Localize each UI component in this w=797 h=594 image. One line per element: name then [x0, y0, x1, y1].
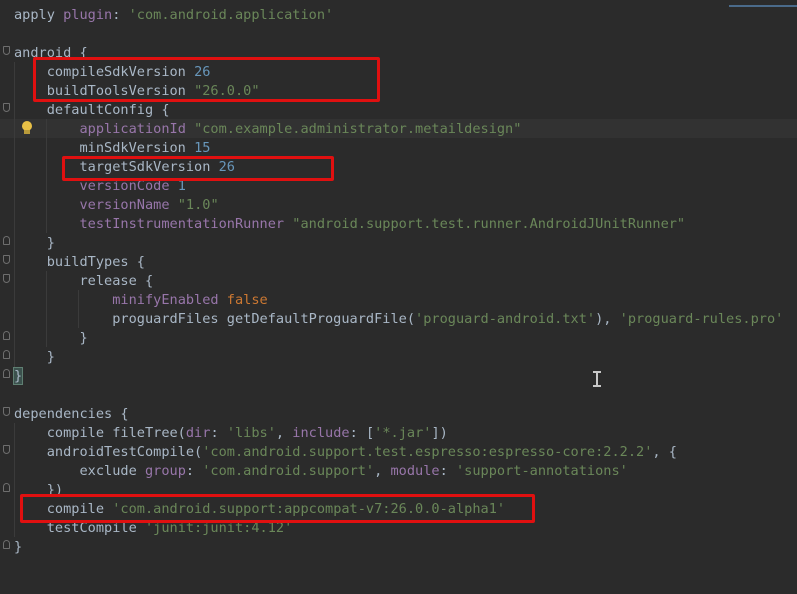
- code-token: applicationId: [79, 121, 195, 137]
- code-token: ,: [275, 425, 293, 441]
- code-token: androidTestCompile(: [14, 444, 203, 460]
- code-line[interactable]: }: [14, 538, 22, 557]
- fold-marker-icon[interactable]: [3, 331, 10, 340]
- code-line[interactable]: testInstrumentationRunner "android.suppo…: [14, 215, 685, 234]
- code-token: versionName: [79, 197, 178, 213]
- code-token: apply: [14, 7, 64, 23]
- code-line[interactable]: versionName "1.0": [14, 196, 219, 215]
- code-token: }: [12, 367, 24, 385]
- fold-marker-icon[interactable]: [3, 103, 10, 112]
- code-token: ,: [374, 463, 391, 479]
- code-token: 'com.android.support': [202, 463, 375, 479]
- code-line[interactable]: }: [12, 367, 24, 386]
- code-token: plugin: [63, 7, 113, 23]
- code-token: 15: [194, 140, 211, 156]
- code-token: ]): [431, 425, 448, 441]
- code-token: "com.example.administrator.metaildesign": [194, 121, 522, 137]
- code-token: include: [292, 425, 350, 441]
- code-token: release {: [14, 273, 154, 289]
- code-token: compile fileTree(: [14, 425, 186, 441]
- code-line[interactable]: dependencies {: [14, 405, 129, 424]
- code-token: :: [185, 463, 203, 479]
- code-token: :: [112, 7, 129, 23]
- code-token: ),: [595, 311, 620, 327]
- code-line[interactable]: minifyEnabled false: [14, 291, 268, 310]
- code-token: testInstrumentationRunner: [79, 216, 293, 232]
- fold-marker-icon[interactable]: [3, 407, 10, 416]
- text-cursor-icon: [592, 371, 602, 387]
- code-token: proguardFiles getDefaultProguardFile(: [14, 311, 416, 327]
- fold-marker-icon[interactable]: [3, 236, 10, 245]
- code-token: 'com.android.application': [128, 7, 334, 23]
- fold-marker-icon[interactable]: [3, 445, 10, 454]
- code-token: :: [439, 463, 456, 479]
- code-token: false: [226, 292, 268, 308]
- code-editor[interactable]: apply plugin: 'com.android.application' a…: [0, 0, 797, 594]
- code-line[interactable]: }: [14, 234, 55, 253]
- code-token: }: [14, 330, 88, 346]
- code-line[interactable]: }: [14, 329, 88, 348]
- code-token: 'proguard-android.txt': [415, 311, 596, 327]
- code-line[interactable]: compile fileTree(dir: 'libs', include: […: [14, 424, 448, 443]
- code-line[interactable]: }: [14, 348, 55, 367]
- code-token: '*.jar': [374, 425, 432, 441]
- fold-marker-icon[interactable]: [3, 350, 10, 359]
- fold-marker-icon[interactable]: [3, 369, 10, 378]
- code-token: minSdkVersion: [14, 140, 195, 156]
- fold-marker-icon[interactable]: [3, 540, 10, 549]
- code-token: buildTypes {: [14, 254, 145, 270]
- code-token: exclude: [14, 463, 145, 479]
- fold-marker-icon[interactable]: [3, 46, 10, 55]
- code-token: }: [14, 539, 23, 555]
- code-line[interactable]: exclude group: 'com.android.support', mo…: [14, 462, 628, 481]
- code-token: , {: [652, 444, 677, 460]
- highlight-box-sdk-build-tools: [33, 57, 380, 102]
- code-token: 'proguard-rules.pro': [619, 311, 784, 327]
- code-token: "android.support.test.runner.AndroidJUni…: [292, 216, 686, 232]
- code-line[interactable]: androidTestCompile('com.android.support.…: [14, 443, 677, 462]
- code-line[interactable]: release {: [14, 272, 153, 291]
- code-token: minifyEnabled: [112, 292, 227, 308]
- code-token: : [: [349, 425, 375, 441]
- code-line[interactable]: proguardFiles getDefaultProguardFile('pr…: [14, 310, 783, 329]
- code-token: }: [14, 349, 55, 365]
- code-token: group: [144, 463, 186, 479]
- code-line[interactable]: buildTypes {: [14, 253, 145, 272]
- code-line[interactable]: apply plugin: 'com.android.application': [14, 6, 333, 25]
- code-token: 'libs': [226, 425, 276, 441]
- code-token: 'com.android.support.test.espresso:espre…: [202, 444, 653, 460]
- code-line[interactable]: applicationId "com.example.administrator…: [14, 120, 521, 139]
- code-token: "1.0": [177, 197, 219, 213]
- code-token: :: [210, 425, 227, 441]
- fold-marker-icon[interactable]: [3, 255, 10, 264]
- highlight-box-target-sdk: [62, 156, 334, 181]
- code-token: dependencies {: [14, 406, 129, 422]
- highlight-box-appcompat: [20, 494, 535, 523]
- code-token: module: [390, 463, 440, 479]
- fold-marker-icon[interactable]: [3, 274, 10, 283]
- code-token: 'support-annotations': [455, 463, 628, 479]
- scrollbar-thumb[interactable]: [729, 5, 797, 7]
- code-token: defaultConfig {: [14, 102, 170, 118]
- code-line[interactable]: defaultConfig {: [14, 101, 170, 120]
- fold-marker-icon[interactable]: [3, 483, 10, 492]
- code-token: }: [14, 235, 55, 251]
- code-token: dir: [185, 425, 211, 441]
